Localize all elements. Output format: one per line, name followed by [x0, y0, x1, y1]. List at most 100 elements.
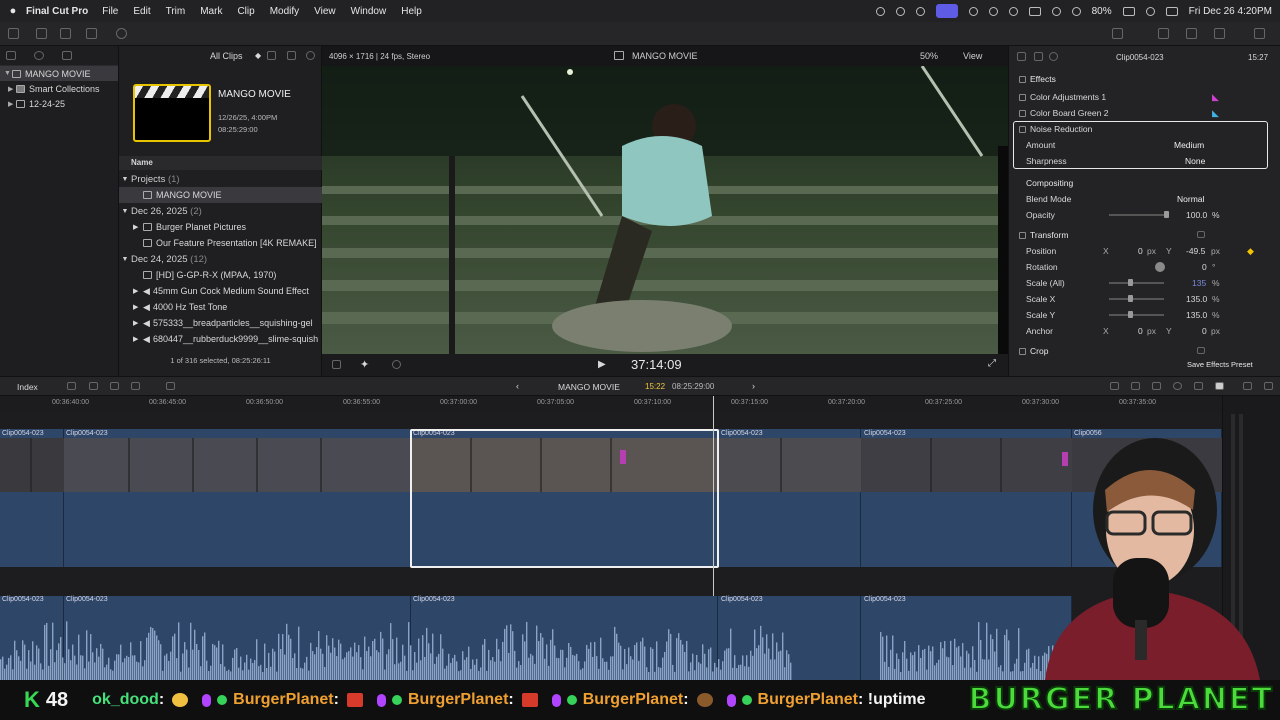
- transitions-browser-icon[interactable]: [1264, 382, 1273, 390]
- index-button[interactable]: Index: [17, 382, 38, 392]
- background-tasks-icon[interactable]: [116, 28, 127, 39]
- crop-checkbox[interactable]: [1019, 347, 1026, 355]
- onscreen-controls-icon[interactable]: [1197, 231, 1205, 238]
- headphones-icon[interactable]: [1173, 382, 1182, 390]
- list-view-icon[interactable]: [267, 51, 276, 60]
- layout-inspector-icon[interactable]: [1214, 28, 1225, 39]
- disclosure-down-icon[interactable]: ▼: [119, 208, 131, 215]
- color-mask-icon[interactable]: ◣: [1212, 92, 1219, 103]
- audio-skimming-icon[interactable]: [1152, 382, 1161, 390]
- list-item[interactable]: ▶ ◀ 575333__breadparticles__squishing-gel: [119, 315, 322, 331]
- view-dropdown[interactable]: View: [963, 51, 982, 61]
- menu-window[interactable]: Window: [351, 6, 387, 17]
- anchor-y-value[interactable]: 0: [1202, 326, 1207, 336]
- menu-edit[interactable]: Edit: [133, 6, 150, 17]
- effect-checkbox[interactable]: [1019, 125, 1026, 133]
- disclosure-down-icon[interactable]: ▼: [119, 176, 131, 183]
- slider-knob[interactable]: [1128, 279, 1134, 286]
- save-effects-preset-button[interactable]: Save Effects Preset: [1187, 360, 1253, 369]
- disclosure-right-icon[interactable]: ▶: [133, 335, 143, 343]
- disclosure-down-icon[interactable]: ▼: [4, 70, 12, 77]
- column-header-name[interactable]: Name: [119, 156, 322, 170]
- record-icon[interactable]: [875, 6, 885, 16]
- display-icon[interactable]: [1028, 6, 1041, 16]
- library-item-smart-collections[interactable]: ▶ Smart Collections: [0, 81, 118, 96]
- position-y-value[interactable]: -49.5: [1186, 246, 1205, 256]
- scale-all-slider[interactable]: [1109, 279, 1164, 286]
- key-icon[interactable]: [86, 28, 97, 39]
- group-dec-26[interactable]: ▼ Dec 26, 2025 (2): [119, 203, 322, 219]
- list-item[interactable]: [HD] G-GP-R-X (MPAA, 1970): [119, 267, 322, 283]
- effect-checkbox[interactable]: [1019, 109, 1026, 117]
- menu-modify[interactable]: Modify: [270, 6, 299, 17]
- control-center-icon[interactable]: [1165, 6, 1178, 16]
- battery-icon[interactable]: [1122, 6, 1135, 16]
- project-thumbnail[interactable]: [133, 84, 211, 142]
- list-item[interactable]: ▶ ◀ 680447__rubberduck9999__slime-squish: [119, 331, 322, 347]
- slider-knob[interactable]: [1164, 211, 1169, 218]
- clip-appearance-icon[interactable]: [1215, 382, 1224, 390]
- transform-icon[interactable]: [332, 360, 341, 369]
- rotation-dial-icon[interactable]: [1155, 262, 1165, 272]
- effect-checkbox[interactable]: [1019, 93, 1026, 101]
- list-item[interactable]: Our Feature Presentation [4K REMAKE]: [119, 235, 322, 251]
- timecode-display[interactable]: 37:14:09: [631, 357, 682, 372]
- rotation-value[interactable]: 0: [1202, 262, 1207, 272]
- zoom-dropdown[interactable]: 50%: [920, 51, 938, 61]
- scale-all-value[interactable]: 135: [1192, 278, 1206, 288]
- group-projects[interactable]: ▼ Projects (1): [119, 171, 322, 187]
- keyframe-icon[interactable]: ◆: [1247, 246, 1254, 257]
- share-icon[interactable]: [1112, 28, 1123, 39]
- transform-checkbox[interactable]: [1019, 231, 1026, 239]
- clip-filter-dropdown[interactable]: All Clips: [210, 51, 243, 61]
- disclosure-right-icon[interactable]: ▶: [8, 85, 16, 93]
- scale-y-slider[interactable]: [1109, 311, 1164, 318]
- list-item[interactable]: ▶ ◀ 4000 Hz Test Tone: [119, 299, 322, 315]
- blend-mode-dropdown[interactable]: Normal: [1177, 194, 1204, 204]
- keyword-icon[interactable]: [36, 28, 47, 39]
- clip-insert-icon[interactable]: [89, 382, 98, 390]
- effects-section[interactable]: Effects: [1009, 71, 1280, 87]
- viewer-canvas[interactable]: [322, 66, 1008, 354]
- titles-icon[interactable]: [62, 51, 72, 60]
- skimming-icon[interactable]: [1131, 382, 1140, 390]
- play-icon[interactable]: [988, 6, 998, 16]
- color-inspector-icon[interactable]: [1034, 52, 1043, 61]
- clip-connect-icon[interactable]: [67, 382, 76, 390]
- export-icon[interactable]: [1254, 28, 1265, 39]
- clock-icon[interactable]: [1008, 6, 1018, 16]
- zoom-out-icon[interactable]: [1110, 382, 1119, 390]
- disclosure-right-icon[interactable]: ▶: [133, 287, 143, 295]
- effect-noise-reduction[interactable]: Noise Reduction: [1009, 121, 1280, 137]
- back-icon[interactable]: ‹: [516, 381, 519, 391]
- record-indicator-icon[interactable]: [968, 6, 978, 16]
- effect-color-adjustments[interactable]: Color Adjustments 1 ◣: [1009, 89, 1280, 105]
- layout-timeline-icon[interactable]: [1186, 28, 1197, 39]
- layout-library-icon[interactable]: [1158, 28, 1169, 39]
- clip-append-icon[interactable]: [110, 382, 119, 390]
- snapping-icon[interactable]: [1194, 382, 1203, 390]
- fullscreen-icon[interactable]: ⤢: [988, 358, 996, 369]
- scale-x-slider[interactable]: [1109, 295, 1164, 302]
- info-icon[interactable]: [1049, 52, 1058, 61]
- menu-clip[interactable]: Clip: [237, 6, 254, 17]
- clip-overwrite-icon[interactable]: [131, 382, 140, 390]
- slider-knob[interactable]: [1128, 311, 1134, 318]
- opacity-value[interactable]: 100.0: [1186, 210, 1207, 220]
- app-menu[interactable]: Final Cut Pro: [26, 6, 88, 17]
- bluetooth-icon[interactable]: [1051, 6, 1061, 16]
- speed-icon[interactable]: [392, 360, 401, 369]
- menu-mark[interactable]: Mark: [200, 6, 222, 17]
- wifi-icon[interactable]: [1071, 6, 1081, 16]
- magic-wand-icon[interactable]: ✦: [360, 358, 369, 371]
- select-tool-icon[interactable]: [166, 382, 175, 390]
- menu-file[interactable]: File: [102, 6, 118, 17]
- library-item-mango-movie[interactable]: ▼ MANGO MOVIE: [0, 66, 118, 81]
- menu-trim[interactable]: Trim: [166, 6, 186, 17]
- photos-icon[interactable]: [34, 51, 44, 60]
- color-mask-icon[interactable]: ◣: [1212, 108, 1219, 119]
- anchor-x-value[interactable]: 0: [1138, 326, 1143, 336]
- clip-appearance-icon[interactable]: [287, 51, 296, 60]
- timer-icon[interactable]: [915, 6, 925, 16]
- crop-section[interactable]: Crop: [1009, 343, 1280, 359]
